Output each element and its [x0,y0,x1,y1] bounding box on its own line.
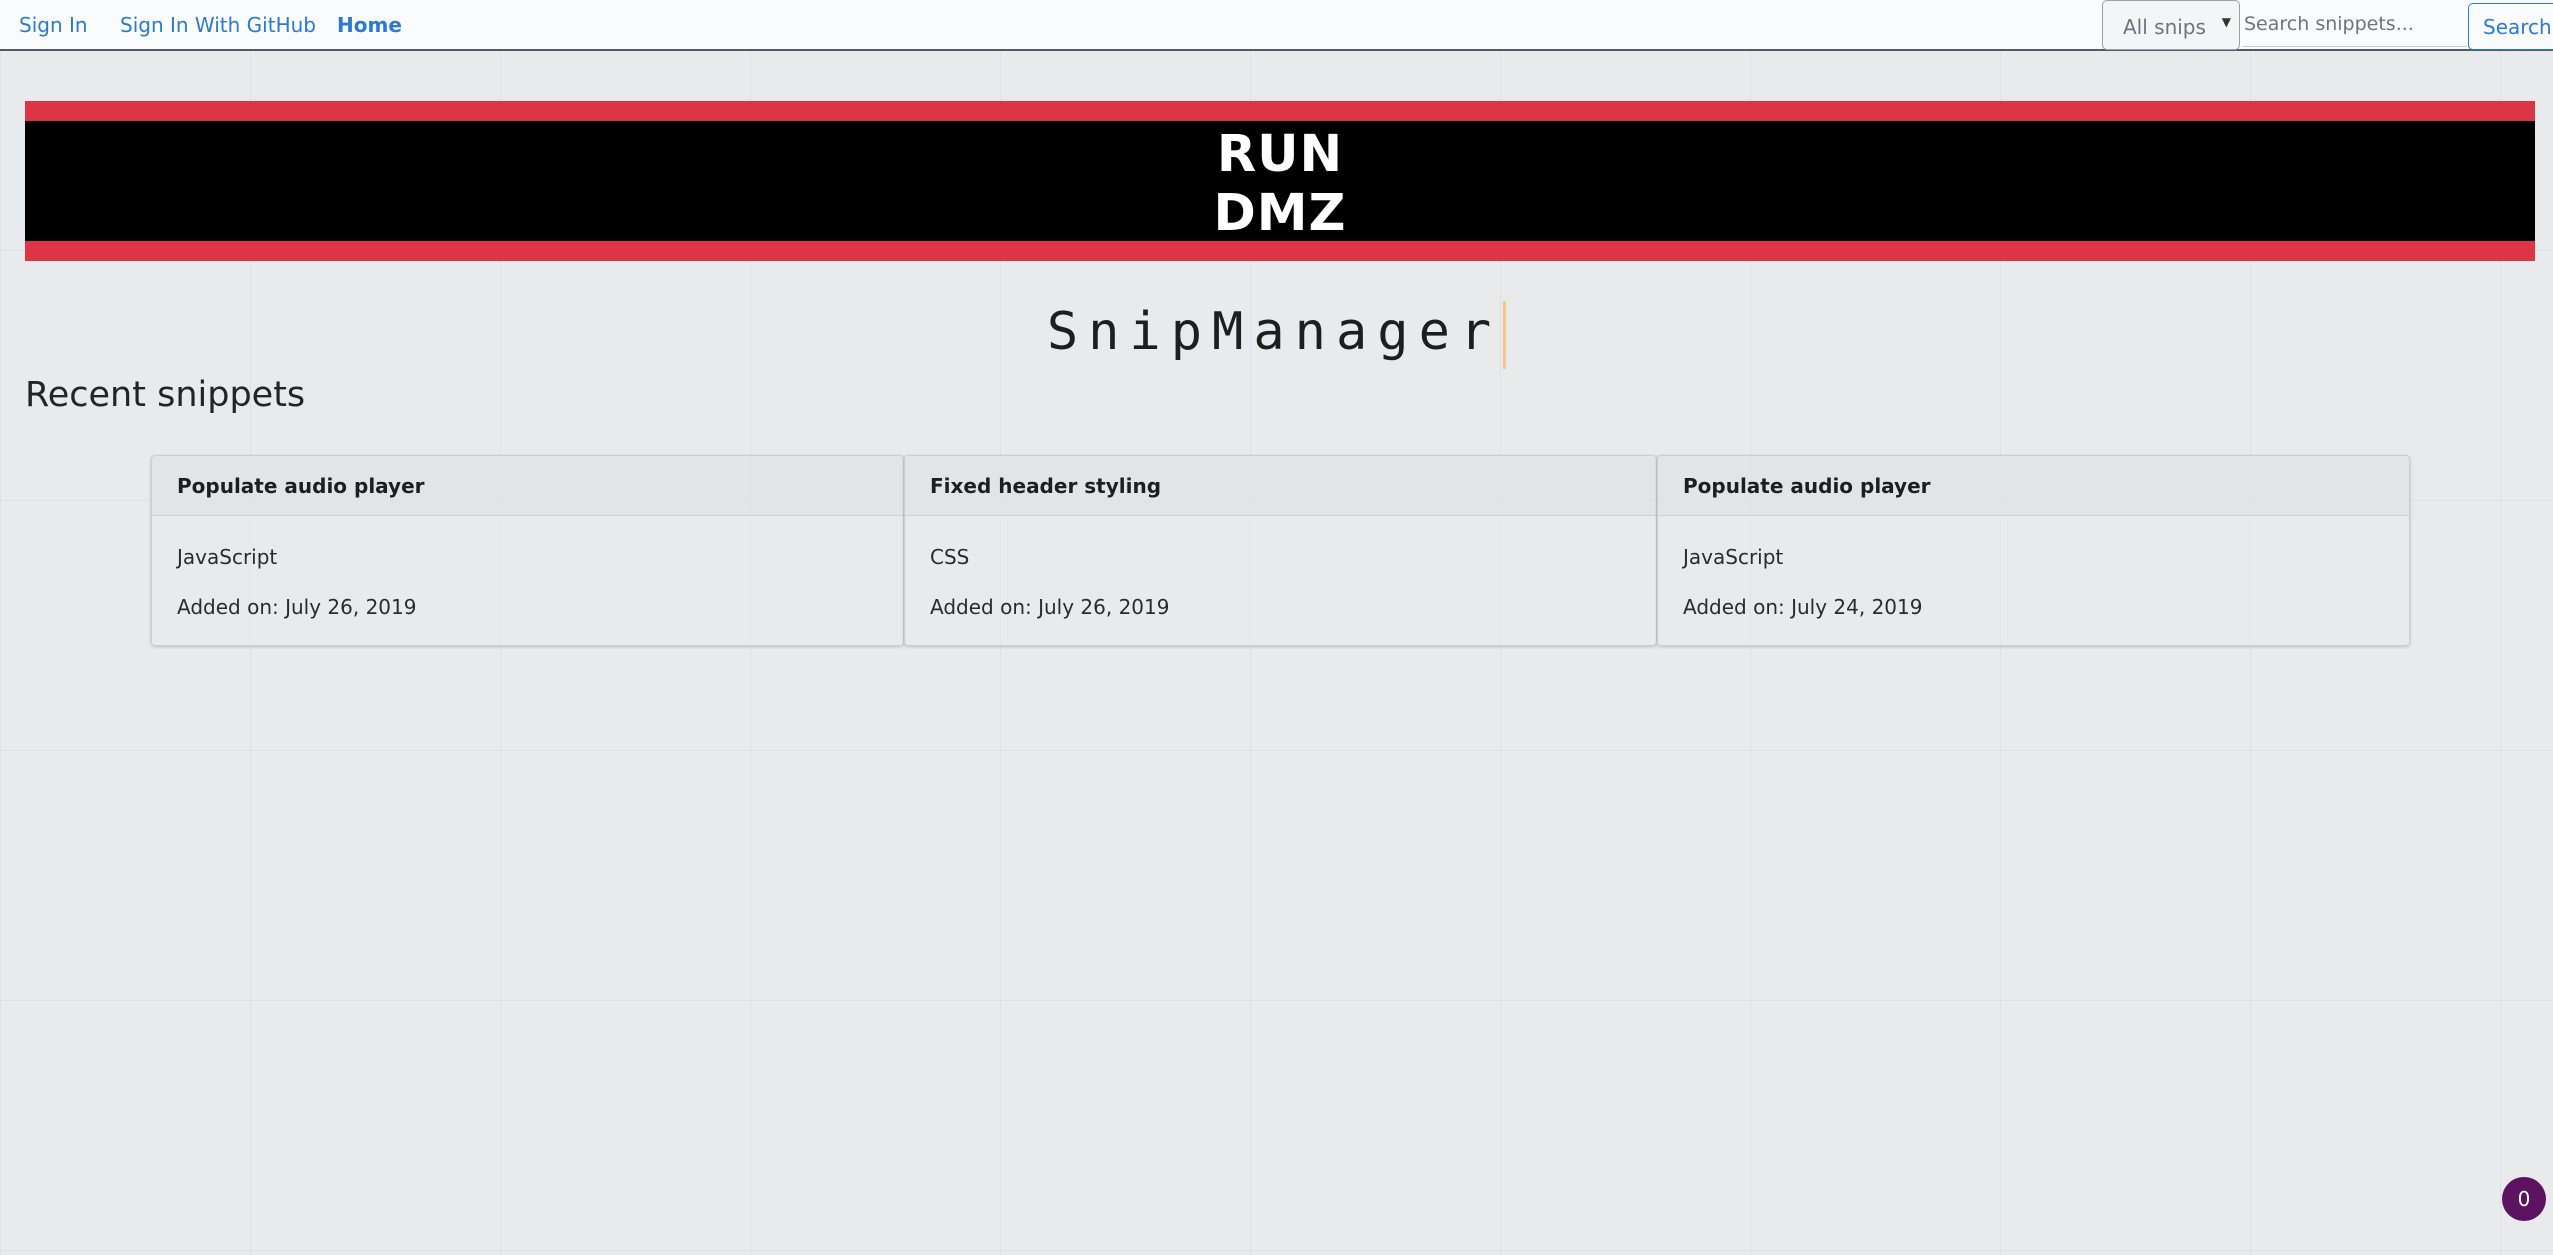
sign-in-github-link[interactable]: Sign In With GitHub [120,12,316,38]
search-input[interactable] [2242,2,2467,47]
snippet-title[interactable]: Populate audio player [152,456,903,516]
banner-line-1: RUN [1216,125,1344,184]
snippet-date: Added on: July 26, 2019 [930,595,1170,619]
snippet-language: CSS [930,545,970,569]
snippet-language: JavaScript [177,545,278,569]
recent-snippets-heading: Recent snippets [25,375,306,415]
snippet-title[interactable]: Populate audio player [1658,456,2409,516]
typing-cursor [1503,301,1507,369]
snip-filter-select[interactable]: All snips ▼ [2102,0,2240,50]
page-title-text: SnipManager [1046,302,1502,362]
snippet-card[interactable]: Fixed header styling CSS Added on: July … [904,455,1657,646]
banner-logo-text: RUN DMZ [25,125,2535,243]
sign-in-link[interactable]: Sign In [19,12,88,38]
snippet-date: Added on: July 26, 2019 [177,595,417,619]
home-link[interactable]: Home [337,12,402,38]
snippet-date: Added on: July 24, 2019 [1683,595,1923,619]
snippet-card[interactable]: Populate audio player JavaScript Added o… [151,455,904,646]
banner-line-2: DMZ [1213,184,1347,243]
run-dmz-banner: RUN DMZ [25,101,2535,261]
snippet-title[interactable]: Fixed header styling [905,456,1656,516]
top-navbar: Sign In Sign In With GitHub Home All sni… [0,0,2553,51]
page-title: SnipManager [0,300,2553,369]
chevron-down-icon: ▼ [2221,15,2231,29]
snippet-card[interactable]: Populate audio player JavaScript Added o… [1657,455,2410,646]
notification-badge[interactable]: 0 [2502,1177,2546,1221]
snippet-language: JavaScript [1683,545,1784,569]
snip-filter-value: All snips [2123,15,2206,39]
search-button[interactable]: Search [2468,3,2553,50]
